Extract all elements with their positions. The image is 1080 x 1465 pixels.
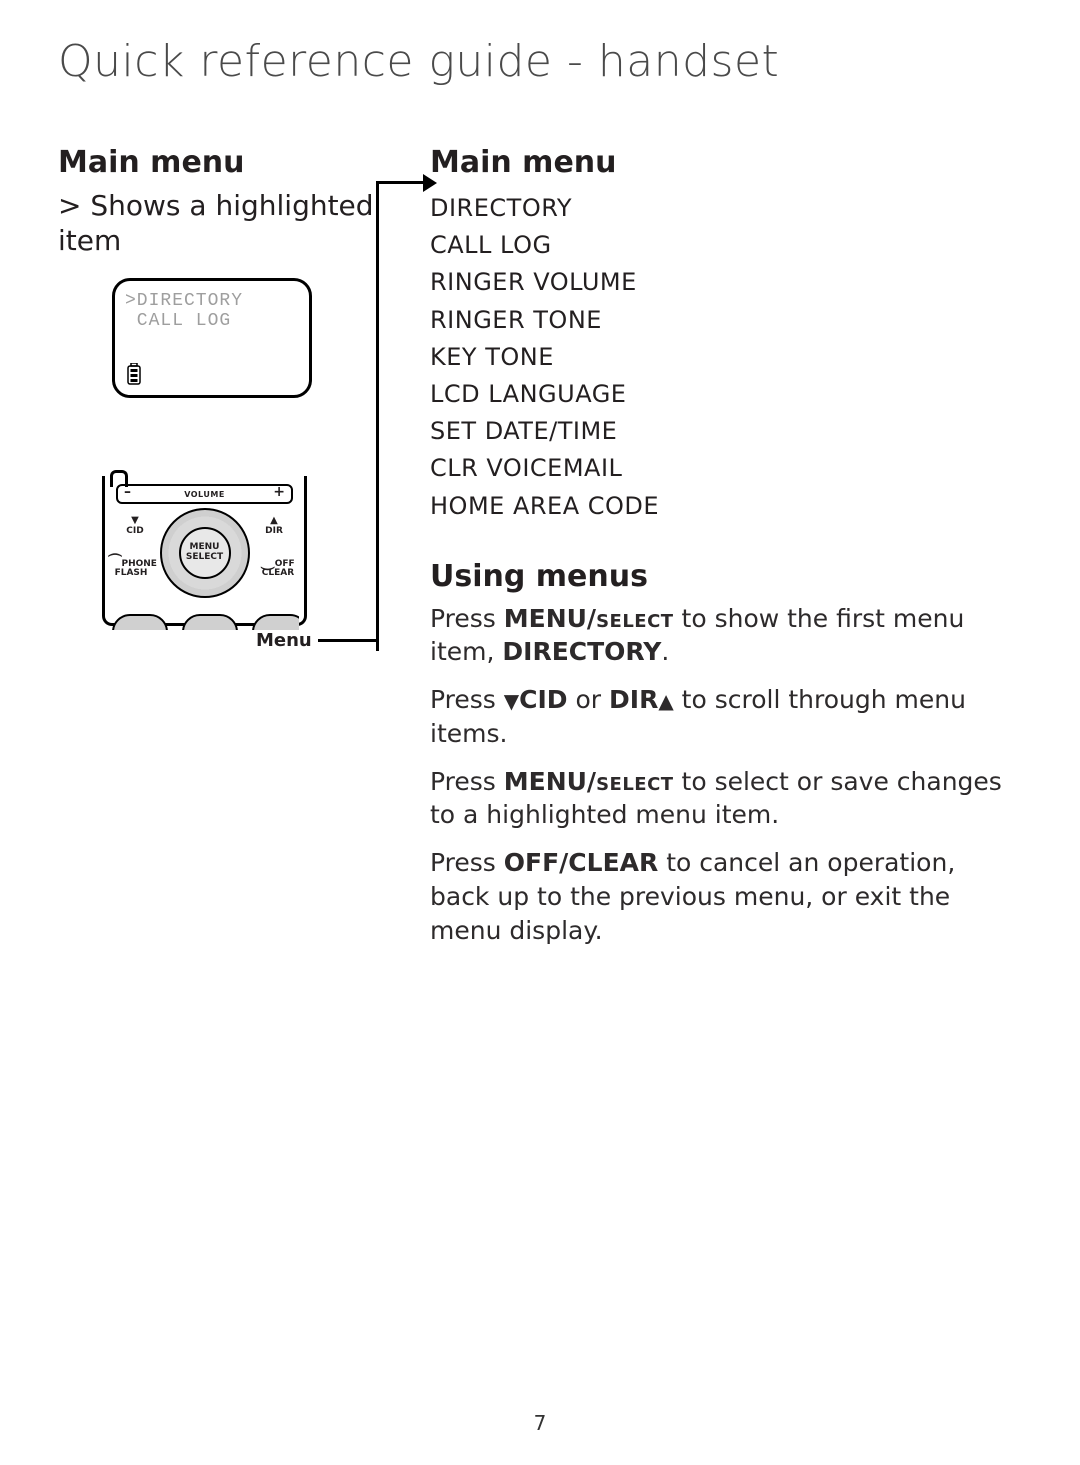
page-title: Quick reference guide - handset — [58, 36, 1022, 87]
volume-plus: + — [273, 484, 285, 500]
lcd-line-2: CALL LOG — [125, 311, 299, 331]
menu-callout-label: Menu — [256, 630, 312, 651]
menu-item: KEY TONE — [430, 339, 1022, 376]
menu-select-button: MENU SELECT — [179, 527, 231, 579]
page: Quick reference guide - handset Main men… — [0, 0, 1080, 1465]
menu-item: SET DATE/TIME — [430, 413, 1022, 450]
menu-item: HOME AREA CODE — [430, 488, 1022, 525]
down-triangle-icon: ▼ — [504, 688, 519, 715]
nav-ring: MENU SELECT — [160, 508, 250, 598]
volume-rocker: – VOLUME + — [116, 484, 293, 504]
select-label: SELECT — [186, 553, 223, 563]
menu-item: RINGER TONE — [430, 302, 1022, 339]
menu-callout: Menu — [256, 630, 376, 651]
instruction-3: Press MENU/select to select or save chan… — [430, 765, 1022, 833]
menu-item: RINGER VOLUME — [430, 264, 1022, 301]
number-row — [110, 608, 299, 630]
instruction-2: Press ▼CID or DIR▲ to scroll through men… — [430, 683, 1022, 751]
battery-icon — [127, 363, 141, 385]
lcd-line-1: >DIRECTORY — [125, 291, 299, 311]
off-clear-key: ⏝OFFCLEAR — [255, 558, 301, 579]
left-column: Main menu > Shows a highlighted item >DI… — [58, 145, 378, 626]
menu-item: CALL LOG — [430, 227, 1022, 264]
menu-item: LCD LANGUAGE — [430, 376, 1022, 413]
content-columns: Main menu > Shows a highlighted item >DI… — [58, 145, 1022, 961]
highlight-caption: > Shows a highlighted item — [58, 188, 378, 258]
page-number: 7 — [0, 1411, 1080, 1435]
using-menus-body: Press MENU/select to show the first menu… — [430, 602, 1022, 948]
volume-minus: – — [124, 484, 131, 500]
volume-label: VOLUME — [184, 490, 225, 499]
dir-key: ▲DIR — [251, 516, 297, 536]
cid-key: ▼CID — [112, 516, 158, 536]
handset-keypad-illustration: – VOLUME + MENU SELECT ▼CID ▲DIR ⏜PHONEF… — [102, 476, 307, 626]
using-menus-heading: Using menus — [430, 559, 1022, 594]
phone-flash-key: ⏜PHONEFLASH — [108, 558, 154, 579]
right-heading: Main menu — [430, 145, 1022, 180]
instruction-4: Press OFF/CLEAR to cancel an operation, … — [430, 846, 1022, 947]
left-heading: Main menu — [58, 145, 378, 180]
right-column: Main menu DIRECTORY CALL LOG RINGER VOLU… — [378, 145, 1022, 961]
menu-item: CLR VOICEMAIL — [430, 450, 1022, 487]
instruction-1: Press MENU/select to show the first menu… — [430, 602, 1022, 670]
menu-item: DIRECTORY — [430, 190, 1022, 227]
up-triangle-icon: ▲ — [658, 688, 673, 715]
lcd-screen-illustration: >DIRECTORY CALL LOG — [112, 278, 312, 398]
main-menu-list: DIRECTORY CALL LOG RINGER VOLUME RINGER … — [430, 190, 1022, 525]
